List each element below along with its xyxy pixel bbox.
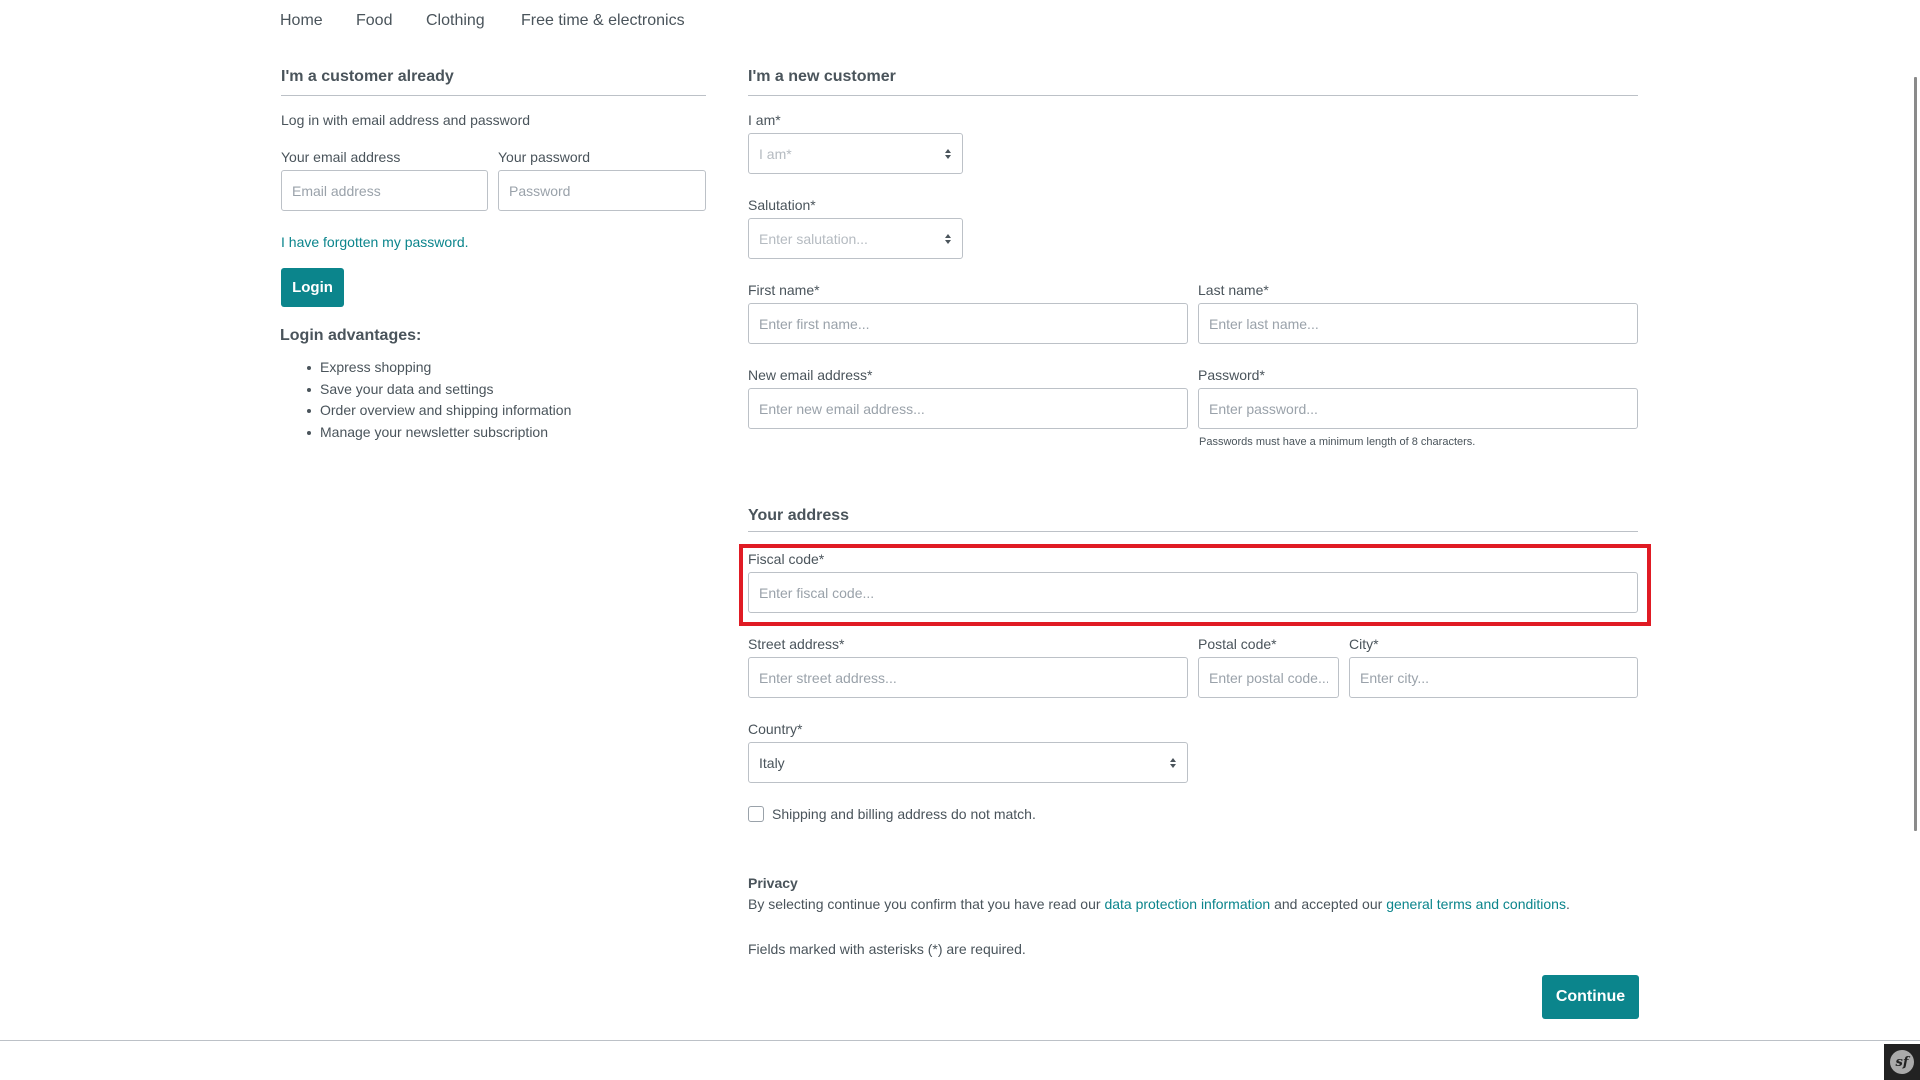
new-password-input[interactable] xyxy=(1198,388,1638,429)
account-type-value: I am* xyxy=(759,145,792,162)
advantage-item: Manage your newsletter subscription xyxy=(304,422,571,444)
account-type-label: I am* xyxy=(748,112,781,128)
postal-code-input[interactable] xyxy=(1198,657,1339,698)
advantage-item: Order overview and shipping information xyxy=(304,400,571,422)
last-name-input[interactable] xyxy=(1198,303,1638,344)
login-advantages-list: Express shopping Save your data and sett… xyxy=(304,357,571,443)
fiscal-code-label: Fiscal code* xyxy=(748,551,825,567)
password-hint: Passwords must have a minimum length of … xyxy=(1199,436,1476,448)
new-email-input[interactable] xyxy=(748,388,1188,429)
nav-item-clothing[interactable]: Clothing xyxy=(426,10,485,32)
privacy-text-before: By selecting continue you confirm that y… xyxy=(748,896,1105,912)
login-button[interactable]: Login xyxy=(281,268,344,307)
privacy-text: By selecting continue you confirm that y… xyxy=(748,894,1570,914)
symfony-toolbar-button[interactable]: sf xyxy=(1884,1044,1920,1080)
page-scrollbar[interactable] xyxy=(1914,77,1917,831)
login-email-label: Your email address xyxy=(281,149,401,165)
address-heading: Your address xyxy=(748,507,850,524)
privacy-text-middle: and accepted our xyxy=(1270,896,1387,912)
nav-item-home[interactable]: Home xyxy=(280,10,323,32)
salutation-value: Enter salutation... xyxy=(759,230,868,247)
address-heading-divider xyxy=(748,531,1638,532)
login-email-input[interactable] xyxy=(281,170,488,211)
salutation-select[interactable]: Enter salutation... xyxy=(748,218,963,259)
street-label: Street address* xyxy=(748,636,845,652)
different-shipping-label[interactable]: Shipping and billing address do not matc… xyxy=(772,804,1036,824)
login-password-input[interactable] xyxy=(498,170,706,211)
new-password-label: Password* xyxy=(1198,367,1265,383)
login-advantages-heading: Login advantages: xyxy=(280,327,422,344)
forgot-password-link[interactable]: I have forgotten my password. xyxy=(281,232,469,252)
data-protection-link[interactable]: data protection information xyxy=(1104,896,1270,912)
required-fields-note: Fields marked with asterisks (*) are req… xyxy=(748,941,1026,957)
register-heading-divider xyxy=(748,95,1638,96)
new-email-label: New email address* xyxy=(748,367,873,383)
register-heading: I'm a new customer xyxy=(748,68,896,85)
continue-button[interactable]: Continue xyxy=(1542,975,1639,1019)
select-arrows-icon xyxy=(945,148,951,159)
login-heading-divider xyxy=(281,95,706,96)
postal-code-label: Postal code* xyxy=(1198,636,1277,652)
first-name-label: First name* xyxy=(748,282,820,298)
different-shipping-checkbox[interactable] xyxy=(748,806,764,822)
advantage-item: Express shopping xyxy=(304,357,571,379)
privacy-text-after: . xyxy=(1565,896,1570,912)
street-input[interactable] xyxy=(748,657,1188,698)
country-label: Country* xyxy=(748,721,803,737)
symfony-logo-icon: sf xyxy=(1890,1050,1914,1074)
country-select[interactable]: Italy xyxy=(748,742,1188,783)
salutation-label: Salutation* xyxy=(748,197,816,213)
fiscal-code-input[interactable] xyxy=(748,572,1638,613)
privacy-heading: Privacy xyxy=(748,875,798,891)
advantage-item: Save your data and settings xyxy=(304,379,571,401)
country-value: Italy xyxy=(759,754,785,771)
city-label: City* xyxy=(1349,636,1379,652)
nav-item-food[interactable]: Food xyxy=(356,10,392,32)
login-password-label: Your password xyxy=(498,149,591,165)
city-input[interactable] xyxy=(1349,657,1638,698)
terms-link[interactable]: general terms and conditions xyxy=(1386,896,1566,912)
login-intro: Log in with email address and password xyxy=(281,112,531,128)
select-arrows-icon xyxy=(1170,757,1176,768)
footer-divider xyxy=(0,1040,1920,1041)
last-name-label: Last name* xyxy=(1198,282,1269,298)
first-name-input[interactable] xyxy=(748,303,1188,344)
select-arrows-icon xyxy=(945,233,951,244)
account-type-select[interactable]: I am* xyxy=(748,133,963,174)
nav-item-free-time-electronics[interactable]: Free time & electronics xyxy=(521,10,685,32)
login-heading: I'm a customer already xyxy=(281,68,454,85)
